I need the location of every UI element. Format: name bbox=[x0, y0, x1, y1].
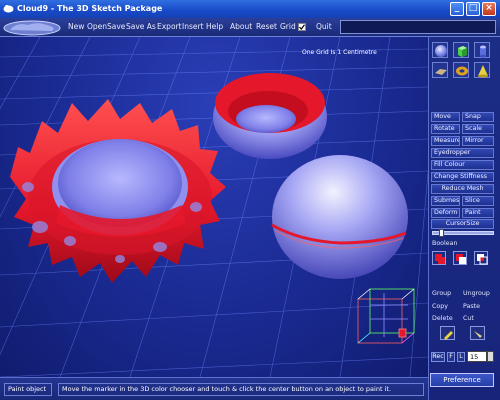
menu-about[interactable]: About bbox=[230, 22, 252, 31]
record-button[interactable]: Rec bbox=[431, 352, 445, 362]
cylinder-button[interactable] bbox=[474, 42, 490, 58]
eyedropper-button[interactable]: Eyedropper bbox=[431, 148, 494, 158]
paste-button[interactable]: Paste bbox=[463, 303, 480, 310]
menu-reset[interactable]: Reset bbox=[256, 22, 277, 31]
number-spinner[interactable] bbox=[487, 351, 494, 362]
title-bar: Cloud9 - The 3D Sketch Package _ □ × bbox=[0, 0, 500, 18]
menu-new[interactable]: New bbox=[68, 22, 84, 31]
snap-button[interactable]: Snap bbox=[462, 112, 494, 122]
undo-edit-button[interactable] bbox=[470, 326, 485, 340]
status-mode: Paint object bbox=[4, 383, 52, 396]
reduce-mesh-button[interactable]: Reduce Mesh bbox=[431, 184, 494, 194]
cylinder-icon bbox=[480, 45, 486, 58]
menu-grid[interactable]: Grid bbox=[280, 22, 296, 31]
plane-button[interactable] bbox=[432, 62, 448, 78]
boolean-intersect-button[interactable] bbox=[474, 251, 488, 265]
window-title: Cloud9 - The 3D Sketch Package bbox=[17, 4, 163, 13]
torus-icon bbox=[456, 66, 468, 76]
cube-button[interactable] bbox=[453, 42, 469, 58]
submesh-button[interactable]: Submesh bbox=[431, 196, 460, 206]
boolean-subtract-button[interactable] bbox=[453, 251, 467, 265]
menu-quit[interactable]: Quit bbox=[316, 22, 332, 31]
menu-bar: New Open Save Save As Export Insert Help… bbox=[0, 18, 500, 37]
cone-button[interactable] bbox=[474, 62, 490, 78]
menu-text-field[interactable] bbox=[340, 20, 496, 34]
copy-button[interactable]: Copy bbox=[432, 303, 448, 310]
status-message: Move the marker in the 3D color chooser … bbox=[58, 383, 424, 396]
plane-icon bbox=[435, 69, 447, 75]
change-stiffness-button[interactable]: Change Stiffness bbox=[431, 172, 494, 182]
union-icon bbox=[435, 254, 445, 264]
rotate-button[interactable]: Rotate bbox=[431, 124, 460, 134]
measure-button[interactable]: Measure bbox=[431, 136, 460, 146]
cloud9-logo bbox=[3, 20, 61, 36]
scene-canvas[interactable] bbox=[0, 37, 428, 377]
menu-save[interactable]: Save bbox=[107, 22, 125, 31]
cursor-size-label: CursorSize bbox=[431, 219, 494, 229]
small-torus-object[interactable] bbox=[213, 73, 327, 159]
3d-viewport[interactable]: One Grid Is 1 Centimetre bbox=[0, 37, 428, 377]
menu-help[interactable]: Help bbox=[206, 22, 223, 31]
slice-button[interactable]: Slice bbox=[462, 196, 494, 206]
menu-save-as[interactable]: Save As bbox=[126, 22, 156, 31]
cut-button[interactable]: Cut bbox=[463, 315, 474, 322]
number-input[interactable]: 15 bbox=[467, 351, 487, 362]
boolean-label: Boolean bbox=[432, 240, 458, 247]
intersect-icon bbox=[477, 254, 488, 265]
menu-export[interactable]: Export bbox=[157, 22, 182, 31]
app-icon bbox=[3, 5, 14, 13]
checkmark-icon bbox=[299, 24, 305, 30]
sphere-icon bbox=[435, 45, 447, 57]
scale-button[interactable]: Scale bbox=[462, 124, 494, 134]
maximize-button[interactable]: □ bbox=[466, 2, 480, 16]
fill-colour-button[interactable]: Fill Colour bbox=[431, 160, 494, 170]
cube-icon bbox=[458, 46, 467, 57]
cone-icon bbox=[478, 65, 488, 78]
color-chooser-cube[interactable] bbox=[357, 288, 415, 344]
preference-button[interactable]: Preference bbox=[430, 373, 494, 387]
grid-scale-label: One Grid Is 1 Centimetre bbox=[302, 49, 377, 56]
torus-button[interactable] bbox=[453, 62, 469, 78]
app-window: Cloud9 - The 3D Sketch Package _ □ × New… bbox=[0, 0, 500, 400]
group-button[interactable]: Group bbox=[432, 290, 451, 297]
f-button[interactable]: F bbox=[447, 352, 455, 362]
arrow-icon bbox=[474, 331, 482, 338]
delete-button[interactable]: Delete bbox=[432, 315, 453, 322]
menu-insert[interactable]: Insert bbox=[182, 22, 204, 31]
slider-handle[interactable] bbox=[439, 229, 444, 237]
grid-checkbox[interactable] bbox=[298, 23, 306, 31]
spiky-torus-object[interactable] bbox=[10, 99, 226, 283]
close-button[interactable]: × bbox=[482, 2, 496, 16]
l-button[interactable]: L bbox=[457, 352, 465, 362]
mirror-button[interactable]: Mirror bbox=[462, 136, 494, 146]
boolean-union-button[interactable] bbox=[432, 251, 446, 265]
sphere-object[interactable] bbox=[271, 155, 408, 279]
sphere-button[interactable] bbox=[432, 42, 448, 58]
accept-edit-button[interactable] bbox=[440, 326, 455, 340]
minimize-button[interactable]: _ bbox=[450, 2, 464, 16]
move-button[interactable]: Move bbox=[431, 112, 460, 122]
ungroup-button[interactable]: Ungroup bbox=[463, 290, 490, 297]
paint-button[interactable]: Paint bbox=[462, 208, 494, 218]
subtract-icon bbox=[456, 254, 466, 264]
deform-button[interactable]: Deform bbox=[431, 208, 460, 218]
menu-open[interactable]: Open bbox=[87, 22, 107, 31]
status-bar: Paint object Move the marker in the 3D c… bbox=[0, 377, 428, 400]
pencil-icon bbox=[444, 331, 453, 340]
cursor-size-slider[interactable] bbox=[432, 229, 494, 237]
